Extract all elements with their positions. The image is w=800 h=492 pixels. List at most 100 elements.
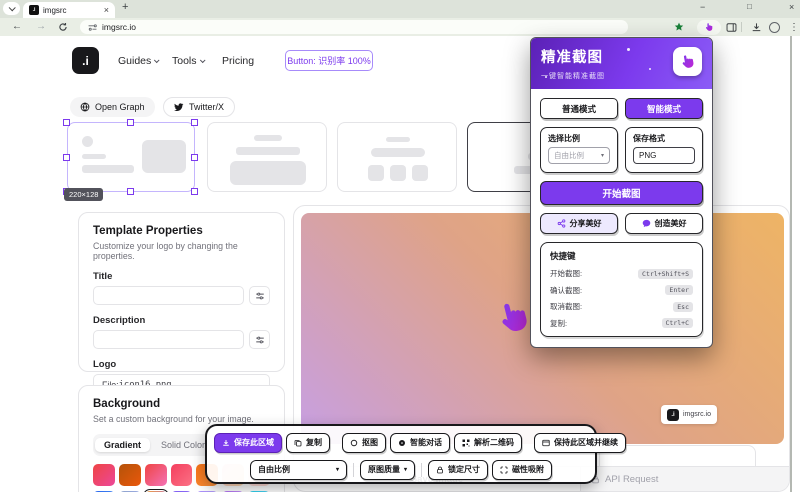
site-logo[interactable]: .i (72, 47, 99, 74)
selection-handle[interactable] (63, 154, 70, 161)
gradient-swatch[interactable] (145, 464, 167, 486)
maximize-button[interactable]: □ (747, 2, 752, 11)
shortcuts-box: 快捷键 开始截图:Ctrl+Shift+S 确认截图:Enter 取消截图:Es… (540, 242, 703, 337)
title-options-button[interactable] (249, 286, 270, 305)
gradient-swatch[interactable] (93, 464, 115, 486)
share-button[interactable]: 分享美好 (540, 213, 618, 234)
forward-button[interactable]: → (36, 21, 46, 32)
minimize-button[interactable]: − (700, 2, 705, 12)
chevron-down-icon (199, 57, 205, 63)
start-capture-button[interactable]: 开始截图 (540, 181, 703, 205)
nav-item-pricing[interactable]: Pricing (222, 55, 254, 67)
save-region-button[interactable]: 保存此区域 (214, 433, 282, 453)
parse-qr-button[interactable]: 解析二维码 (454, 433, 522, 453)
extension-pinned-button[interactable] (697, 20, 721, 35)
star-icon (674, 22, 684, 32)
toolbar-divider (353, 463, 354, 477)
lock-icon (436, 466, 444, 474)
reload-button[interactable] (56, 20, 70, 34)
selection-handle[interactable] (191, 188, 198, 195)
title-input[interactable] (93, 286, 244, 305)
description-input[interactable] (93, 330, 244, 349)
selection-handle[interactable] (127, 188, 134, 195)
selection-handle[interactable] (191, 154, 198, 161)
magnetic-snap-button[interactable]: 磁性吸附 (492, 460, 552, 480)
template-card[interactable] (337, 122, 457, 192)
imgsrc-logo-icon: .i (667, 409, 679, 421)
tab-twitter-x[interactable]: Twitter/X (163, 97, 235, 117)
copy-button[interactable]: 复制 (286, 433, 330, 453)
window-close-button[interactable]: × (789, 2, 794, 12)
selection-size-badge: 220×128 (64, 188, 103, 201)
ratio-setting-box: 选择比例 自由比例 ▾ (540, 127, 618, 173)
format-label: 保存格式 (633, 133, 695, 144)
browser-tab-strip: .i imgsrc × + − □ × (0, 0, 800, 18)
create-button[interactable]: 创造美好 (625, 213, 703, 234)
snap-corners-icon (500, 466, 508, 474)
logo-field-label: Logo (93, 359, 270, 370)
url-bar[interactable]: imgsrc.io (80, 20, 628, 34)
ratio-select[interactable]: 自由比例 ▾ (548, 147, 610, 164)
chevron-down-icon (9, 4, 16, 11)
page-scrollbar[interactable] (790, 36, 792, 492)
copy-icon (294, 439, 302, 447)
smart-mode-button[interactable]: 智能模式 (625, 98, 703, 119)
description-field-label: Description (93, 315, 270, 326)
url-text: imgsrc.io (102, 22, 136, 32)
quality-dropdown[interactable]: 原图质量 ▾ (360, 460, 415, 480)
new-tab-button[interactable]: + (122, 1, 128, 13)
selection-handle[interactable] (191, 119, 198, 126)
tab-open-graph[interactable]: Open Graph (70, 97, 155, 117)
side-panel-icon (726, 22, 737, 33)
chat-bubble-icon (398, 439, 406, 447)
share-icon (557, 219, 566, 228)
screenshot-extension-popup: 精准截图 一键智能精准截图 普通模式 智能模式 选择比例 自由比例 ▾ (530, 37, 713, 348)
screenshot-root: .i imgsrc × + − □ × ← → imgsrc.io (0, 0, 800, 492)
tab-close-icon[interactable]: × (104, 6, 109, 15)
toolbar-divider (421, 463, 422, 477)
api-request-button[interactable]: API Request (581, 467, 789, 491)
skeleton-line (386, 137, 410, 142)
qr-code-icon (462, 439, 470, 447)
template-card[interactable] (207, 122, 327, 192)
browser-menu-button[interactable]: ⋮ (787, 20, 800, 34)
gradient-swatch[interactable] (119, 464, 141, 486)
tab-search-button[interactable] (3, 2, 20, 15)
globe-icon (80, 102, 90, 112)
window-grid-icon (542, 439, 550, 447)
gradient-swatch[interactable] (171, 464, 193, 486)
download-icon (751, 22, 762, 33)
smart-chat-button[interactable]: 智能对话 (390, 433, 450, 453)
panel-title: Template Properties (93, 225, 270, 237)
side-panel-button[interactable] (724, 20, 738, 34)
ratio-label: 选择比例 (548, 133, 610, 144)
cutout-button[interactable]: 抠图 (342, 433, 386, 453)
nav-item-tools[interactable]: Tools (172, 55, 204, 67)
profile-button[interactable] (767, 20, 781, 34)
keep-region-continue-button[interactable]: 保持此区域并继续 (534, 433, 626, 453)
nav-item-guides[interactable]: Guides (118, 55, 158, 67)
cursor-hand-icon (678, 52, 698, 72)
normal-mode-button[interactable]: 普通模式 (540, 98, 618, 119)
bookmark-star-icon[interactable] (672, 20, 686, 34)
favicon-icon: .i (29, 5, 39, 15)
selection-handle[interactable] (63, 119, 70, 126)
tab-gradient[interactable]: Gradient (95, 438, 150, 452)
description-options-button[interactable] (249, 330, 270, 349)
template-card-selected-region[interactable] (67, 122, 195, 192)
lock-size-button[interactable]: 锁定尺寸 (428, 460, 488, 480)
shortcut-label: 开始截图: (550, 268, 582, 279)
browser-tab[interactable]: .i imgsrc × (23, 2, 115, 18)
sparkle-icon (649, 68, 651, 70)
ratio-dropdown[interactable]: 自由比例 ▾ (250, 460, 347, 480)
back-button[interactable]: ← (12, 21, 22, 32)
sliders-icon (255, 335, 265, 345)
imgsrc-watermark-badge: .i imgsrc.io (661, 405, 717, 424)
skeleton-image (142, 140, 186, 173)
twitter-icon (174, 102, 184, 112)
downloads-button[interactable] (749, 20, 763, 34)
selection-handle[interactable] (127, 119, 134, 126)
format-input[interactable]: PNG (633, 147, 695, 164)
skeleton-image (230, 161, 306, 185)
shortcuts-title: 快捷键 (550, 250, 693, 262)
